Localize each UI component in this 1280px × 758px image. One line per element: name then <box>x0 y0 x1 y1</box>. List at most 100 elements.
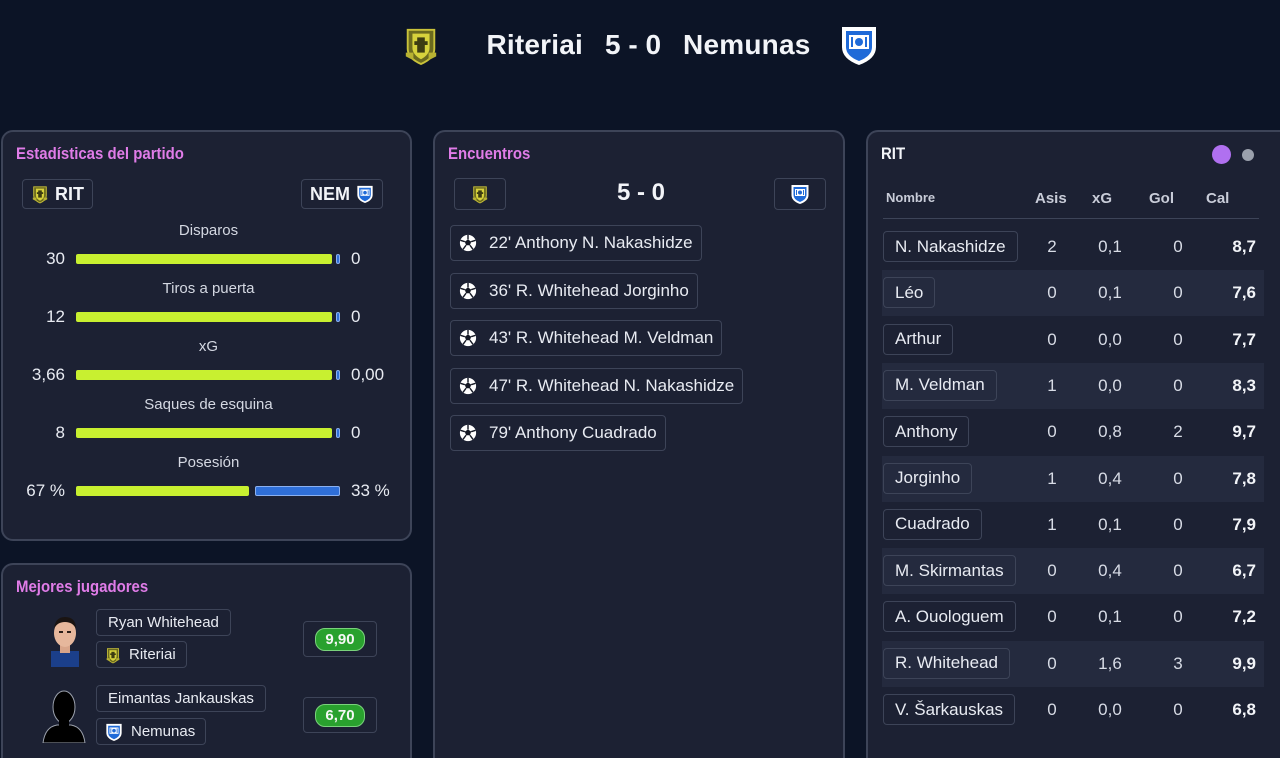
riteriai-crest-icon <box>401 23 441 67</box>
player-name[interactable]: Cuadrado <box>883 508 982 540</box>
column-header-cal[interactable]: Cal <box>1206 190 1229 207</box>
player-row[interactable]: A. Ouologuem 0 0,1 0 7,2 <box>882 594 1264 640</box>
event-minute: 36' <box>489 280 512 300</box>
column-header-gol[interactable]: Gol <box>1149 190 1174 207</box>
column-header-asis[interactable]: Asis <box>1035 190 1067 207</box>
player-xg: 1,6 <box>1098 653 1122 673</box>
player-row[interactable]: Léo 0 0,1 0 7,6 <box>882 270 1264 317</box>
player-row[interactable]: Jorginho 1 0,4 0 7,8 <box>882 455 1264 502</box>
player-assists: 1 <box>1047 468 1057 488</box>
player-name[interactable]: Arthur <box>883 323 954 355</box>
stat-home-bar <box>76 428 332 438</box>
stat-home-bar <box>76 486 249 496</box>
goal-event[interactable]: 47' R. Whitehead N. Nakashidze <box>450 367 744 404</box>
player-name[interactable]: M. Skirmantas <box>883 555 1016 587</box>
player-name[interactable]: N. Nakashidze <box>883 231 1018 262</box>
player-xg: 0,1 <box>1098 514 1122 534</box>
player-xg: 0,1 <box>1098 237 1122 256</box>
best-player-name[interactable]: Ryan Whitehead <box>96 609 231 636</box>
stat-home-value: 67 % <box>26 481 65 500</box>
player-ratings-panel: RIT Nombre Asis xG Gol Cal N. Nakashidze… <box>866 130 1280 758</box>
stat-away-value: 33 % <box>351 481 390 500</box>
home-team-chip[interactable]: RIT <box>22 179 93 209</box>
player-row[interactable]: Anthony 0 0,8 2 9,7 <box>882 409 1264 455</box>
home-team-abbr: RIT <box>55 183 84 204</box>
player-xg: 0,8 <box>1098 422 1122 442</box>
player-goals: 3 <box>1173 653 1183 673</box>
event-minute: 43' <box>489 328 512 347</box>
goal-event[interactable]: 79' Anthony Cuadrado <box>450 415 666 451</box>
best-player-team[interactable]: Riteriai <box>96 641 187 668</box>
encounters-panel: Encuentros 5 - 0 22' Anthony N. Nakashid… <box>433 130 845 758</box>
player-row[interactable]: Cuadrado 1 0,1 0 7,9 <box>882 502 1264 548</box>
match-score: 5 - 0 <box>605 29 662 60</box>
player-row[interactable]: R. Whitehead 0 1,6 3 9,9 <box>882 640 1264 687</box>
player-name[interactable]: Jorginho <box>883 462 973 494</box>
best-player-team[interactable]: Nemunas <box>96 718 207 745</box>
best-player-rating: 9,90 <box>303 621 377 657</box>
stat-label: Posesión <box>177 454 240 471</box>
away-team-abbr: NEM <box>310 183 350 204</box>
header-divider <box>883 218 1259 219</box>
page-dot-active[interactable] <box>1212 145 1231 164</box>
goal-event[interactable]: 43' R. Whitehead M. Veldman <box>450 320 723 356</box>
player-name[interactable]: A. Ouologuem <box>883 601 1016 633</box>
player-rating: 7,7 <box>1232 329 1256 349</box>
player-assists: 1 <box>1047 375 1057 395</box>
page-dot-inactive[interactable] <box>1242 149 1254 161</box>
player-name[interactable]: Léo <box>883 277 936 309</box>
best-player-team-name: Nemunas <box>131 723 196 740</box>
player-row[interactable]: V. Šarkauskas 0 0,0 0 6,8 <box>882 687 1264 733</box>
stat-label: xG <box>198 338 219 355</box>
event-players: R. Whitehead Jorginho <box>515 280 689 300</box>
goal-event[interactable]: 22' Anthony N. Nakashidze <box>450 225 702 261</box>
away-team-filter[interactable] <box>774 178 826 210</box>
column-header-xg[interactable]: xG <box>1092 190 1112 207</box>
best-player-team-name: Riteriai <box>129 646 176 663</box>
player-assists: 1 <box>1047 514 1057 534</box>
player-goals: 0 <box>1173 375 1183 395</box>
football-icon <box>459 282 477 300</box>
player-name[interactable]: R. Whitehead <box>883 647 1010 679</box>
player-rating: 6,8 <box>1232 700 1256 719</box>
player-goals: 0 <box>1173 700 1183 719</box>
away-team-name: Nemunas <box>683 29 811 60</box>
player-assists: 0 <box>1047 329 1057 349</box>
match-header: Riteriai 5 - 0 Nemunas <box>0 0 1280 90</box>
player-name[interactable]: M. Veldman <box>883 369 997 401</box>
stat-home-bar <box>76 312 332 322</box>
goal-event[interactable]: 36' R. Whitehead Jorginho <box>450 272 698 309</box>
stat-away-value: 0,00 <box>351 365 385 384</box>
event-minute: 22' <box>489 233 512 252</box>
player-rating: 9,9 <box>1232 653 1256 673</box>
player-row[interactable]: M. Skirmantas 0 0,4 0 6,7 <box>882 548 1264 595</box>
player-assists: 2 <box>1047 237 1057 256</box>
player-row[interactable]: M. Veldman 1 0,0 0 8,3 <box>882 362 1264 409</box>
player-rating: 7,8 <box>1232 468 1256 488</box>
silhouette-avatar-icon <box>42 690 86 743</box>
column-header-name[interactable]: Nombre <box>886 190 935 205</box>
player-rating: 8,7 <box>1232 237 1256 256</box>
player-xg: 0,0 <box>1098 329 1122 349</box>
stat-away-value: 0 <box>351 307 361 326</box>
player-name[interactable]: V. Šarkauskas <box>883 694 1016 725</box>
player-goals: 0 <box>1173 283 1183 303</box>
best-player-name[interactable]: Eimantas Jankauskas <box>96 685 266 712</box>
player-row[interactable]: N. Nakashidze 2 0,1 0 8,7 <box>882 224 1264 270</box>
player-goals: 0 <box>1173 514 1183 534</box>
player-row[interactable]: Arthur 0 0,0 0 7,7 <box>882 317 1264 363</box>
player-goals: 2 <box>1173 422 1183 442</box>
player-name[interactable]: Anthony <box>883 416 970 448</box>
home-team-name: Riteriai <box>486 29 584 60</box>
player-assists: 0 <box>1047 561 1057 581</box>
stat-away-bar <box>336 428 340 438</box>
panel-title: RIT <box>881 144 906 163</box>
panel-title: Mejores jugadores <box>16 577 149 596</box>
panel-title: Estadísticas del partido <box>16 144 184 163</box>
player-assists: 0 <box>1047 653 1057 673</box>
best-player-rating: 6,70 <box>303 697 377 733</box>
nemunas-crest-icon <box>356 184 374 204</box>
best-players-panel: Mejores jugadores Ryan Whitehead Riteria… <box>1 563 412 758</box>
player-assists: 0 <box>1047 700 1057 719</box>
away-team-chip[interactable]: NEM <box>301 179 383 209</box>
